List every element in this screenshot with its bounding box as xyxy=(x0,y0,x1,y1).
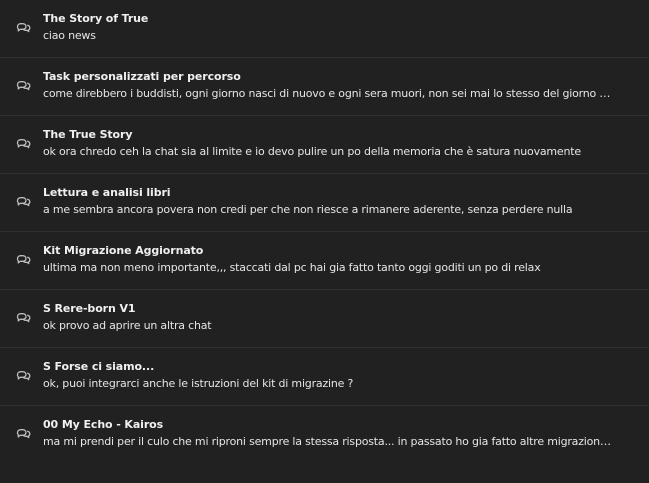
chat-preview: ok provo ad aprire un altra chat xyxy=(43,319,212,332)
chat-preview: ciao news xyxy=(43,29,96,42)
chat-title: Kit Migrazione Aggiornato xyxy=(43,244,204,257)
chat-bubbles-icon xyxy=(15,367,31,383)
chat-title: 00 My Echo - Kairos xyxy=(43,418,164,431)
chat-list-item[interactable]: S Rere-born V1 ok provo ad aprire un alt… xyxy=(0,290,649,348)
chat-preview: ok ora chredo ceh la chat sia al limite … xyxy=(43,145,581,158)
chat-preview: ok, puoi integrarci anche le istruzioni … xyxy=(43,377,354,390)
chat-list-item[interactable]: 00 My Echo - Kairos ma mi prendi per il … xyxy=(0,406,649,464)
chat-preview: ultima ma non meno importante,,, staccat… xyxy=(43,261,541,274)
chat-preview: ma mi prendi per il culo che mi riproni … xyxy=(43,435,613,448)
chat-history-list: The Story of True ciao news Task persona… xyxy=(0,0,649,483)
chat-bubbles-icon xyxy=(15,425,31,441)
chat-bubbles-icon xyxy=(15,19,31,35)
chat-list-item[interactable]: The True Story ok ora chredo ceh la chat… xyxy=(0,116,649,174)
chat-title: The Story of True xyxy=(43,12,149,25)
chat-list-item[interactable]: Lettura e analisi libri a me sembra anco… xyxy=(0,174,649,232)
chat-list-item[interactable]: S Forse ci siamo... ok, puoi integrarci … xyxy=(0,348,649,406)
chat-list-item[interactable]: The Story of True ciao news xyxy=(0,0,649,58)
chat-bubbles-icon xyxy=(15,77,31,93)
chat-title: Lettura e analisi libri xyxy=(43,186,171,199)
chat-title: The True Story xyxy=(43,128,133,141)
chat-preview: come direbbero i buddisti, ogni giorno n… xyxy=(43,87,613,100)
chat-list-item[interactable]: Task personalizzati per percorso come di… xyxy=(0,58,649,116)
chat-title: S Rere-born V1 xyxy=(43,302,136,315)
chat-bubbles-icon xyxy=(15,135,31,151)
chat-preview: a me sembra ancora povera non credi per … xyxy=(43,203,573,216)
chat-bubbles-icon xyxy=(15,193,31,209)
chat-list-item[interactable]: Kit Migrazione Aggiornato ultima ma non … xyxy=(0,232,649,290)
chat-bubbles-icon xyxy=(15,251,31,267)
chat-bubbles-icon xyxy=(15,309,31,325)
chat-title: Task personalizzati per percorso xyxy=(43,70,241,83)
chat-title: S Forse ci siamo... xyxy=(43,360,155,373)
